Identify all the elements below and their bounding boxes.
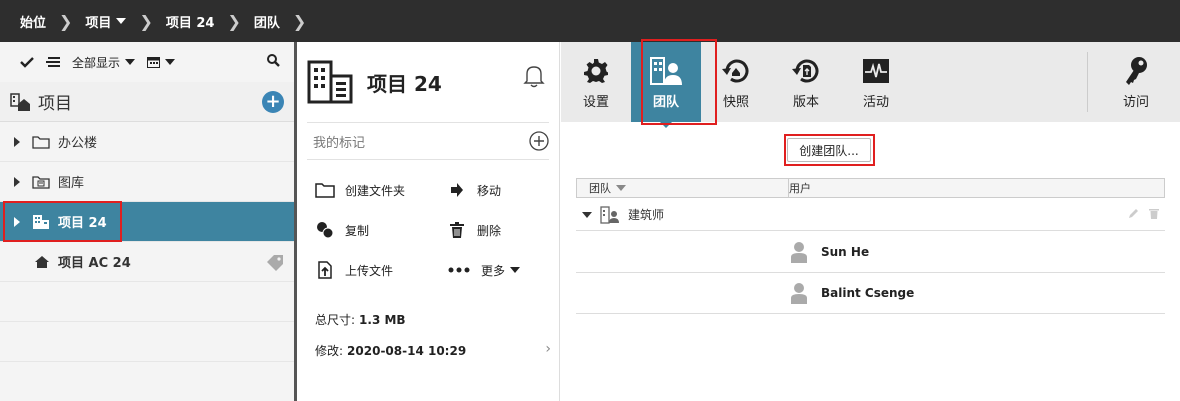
team-group-row[interactable]: 建筑师 (576, 199, 1165, 231)
tree-item-project-24[interactable]: 项目 24 (0, 202, 294, 242)
create-folder-action[interactable]: 创建文件夹 (315, 170, 447, 210)
team-column-header[interactable]: 团队 (577, 179, 789, 197)
ribbon-access-button[interactable]: 访问 (1101, 42, 1171, 122)
chevron-right-icon[interactable]: › (545, 341, 551, 357)
breadcrumb: 始位 ❯ 项目 ❯ 项目 24 ❯ 团队 ❯ (0, 0, 1180, 42)
search-icon[interactable] (267, 54, 280, 70)
edit-icon[interactable] (1128, 208, 1139, 222)
upload-icon (315, 261, 335, 279)
modified-date[interactable]: 修改: 2020-08-14 10:29 › (315, 335, 551, 366)
calendar-icon (147, 57, 161, 68)
trash-icon[interactable] (1149, 208, 1159, 222)
users-column-header: 用户 (789, 182, 811, 195)
activity-icon (862, 57, 890, 85)
trash-icon (447, 222, 467, 238)
folder-icon (315, 182, 335, 198)
tree-item-library[interactable]: 图库 (0, 162, 294, 202)
create-team-button[interactable]: 创建团队... (787, 138, 871, 162)
chevron-right-icon: ❯ (292, 11, 307, 31)
ribbon-activity-button[interactable]: 活动 (841, 42, 911, 122)
gear-icon (583, 57, 609, 85)
breadcrumb-project-24[interactable]: 项目 24 (166, 12, 215, 31)
building-icon (307, 60, 353, 104)
team-panel: 设置 团队 快照 版本 活动 访问 创建团队... 团队 用户 建筑师 Sun … (561, 39, 1180, 401)
show-all-dropdown[interactable]: 全部显示 (72, 54, 136, 71)
ribbon-version-button[interactable]: 版本 (771, 42, 841, 122)
breadcrumb-projects[interactable]: 项目 (85, 12, 127, 31)
team-icon (600, 205, 620, 224)
key-icon (1123, 57, 1149, 85)
team-icon (649, 57, 683, 85)
sort-caret-icon (616, 185, 626, 191)
tree-item-project-ac-24[interactable]: 项目 AC 24 (0, 242, 294, 282)
expand-arrow-icon[interactable] (14, 216, 20, 227)
add-project-button[interactable]: + (262, 91, 284, 113)
caret-down-icon (125, 59, 136, 65)
upload-file-action[interactable]: 上传文件 (315, 250, 447, 290)
copy-action[interactable]: 复制 (315, 210, 447, 250)
ribbon-toolbar: 设置 团队 快照 版本 活动 访问 (561, 42, 1180, 128)
library-icon (32, 175, 50, 189)
ribbon-separator (1087, 52, 1088, 112)
chevron-right-icon: ❯ (59, 11, 73, 31)
list-icon[interactable] (46, 56, 60, 68)
breadcrumb-home[interactable]: 始位 (20, 12, 46, 31)
house-icon (34, 255, 50, 269)
caret-down-icon (116, 18, 127, 24)
chevron-right-icon: ❯ (139, 11, 153, 31)
team-table-header: 团队 用户 (576, 178, 1165, 198)
tree-header: 项目 + (0, 82, 294, 122)
caret-down-icon (165, 59, 176, 65)
ribbon-team-button[interactable]: 团队 (631, 42, 701, 128)
chevron-right-icon: ❯ (227, 11, 241, 31)
tag-icon[interactable] (266, 254, 284, 276)
expand-arrow-icon[interactable] (14, 136, 20, 147)
my-marks-row: 我的标记 (307, 122, 549, 160)
expand-arrow-icon[interactable] (14, 176, 20, 187)
add-mark-icon[interactable] (529, 131, 549, 151)
project-details-panel: 项目 24 我的标记 创建文件夹 移动 复制 删除 上传文件 更多 总尺寸: 1… (297, 42, 560, 401)
tree-empty-row (0, 282, 294, 322)
total-size: 总尺寸: 1.3 MB (315, 312, 406, 328)
collapse-arrow-icon[interactable] (582, 211, 592, 218)
more-action[interactable]: 更多 (447, 250, 567, 290)
tree-item-office[interactable]: 办公楼 (0, 122, 294, 162)
user-icon (791, 241, 807, 263)
group-tools (1128, 208, 1159, 222)
project-info: 总尺寸: 1.3 MB 修改: 2020-08-14 10:29 › (297, 304, 559, 366)
breadcrumb-team[interactable]: 团队 (254, 12, 280, 31)
project-root-icon (10, 92, 32, 112)
more-icon (447, 267, 471, 273)
tree-toolbar: 全部显示 (0, 42, 294, 82)
left-panel: 全部显示 项目 + 办公楼 图库 项目 24 项目 AC 24 (0, 42, 294, 401)
copy-icon (315, 221, 335, 239)
delete-action[interactable]: 删除 (447, 210, 567, 250)
folder-icon (32, 135, 50, 149)
ribbon-settings-button[interactable]: 设置 (561, 42, 631, 122)
move-action[interactable]: 移动 (447, 170, 567, 210)
tree-title: 项目 (38, 94, 72, 114)
user-icon (791, 282, 807, 304)
check-icon[interactable] (20, 56, 34, 68)
bell-icon[interactable] (523, 64, 545, 93)
project-title: 项目 24 (297, 42, 559, 122)
calendar-dropdown[interactable] (147, 56, 176, 68)
tree-empty-row (0, 322, 294, 362)
ribbon-snapshot-button[interactable]: 快照 (701, 42, 771, 122)
team-user-row[interactable]: Balint Csenge (576, 273, 1165, 314)
building-icon (32, 214, 50, 230)
version-icon (791, 57, 821, 85)
arrow-right-icon (447, 183, 467, 197)
snapshot-icon (721, 57, 751, 85)
action-list: 创建文件夹 移动 复制 删除 上传文件 更多 (297, 170, 559, 290)
team-user-row[interactable]: Sun He (576, 232, 1165, 273)
caret-down-icon (510, 267, 521, 273)
